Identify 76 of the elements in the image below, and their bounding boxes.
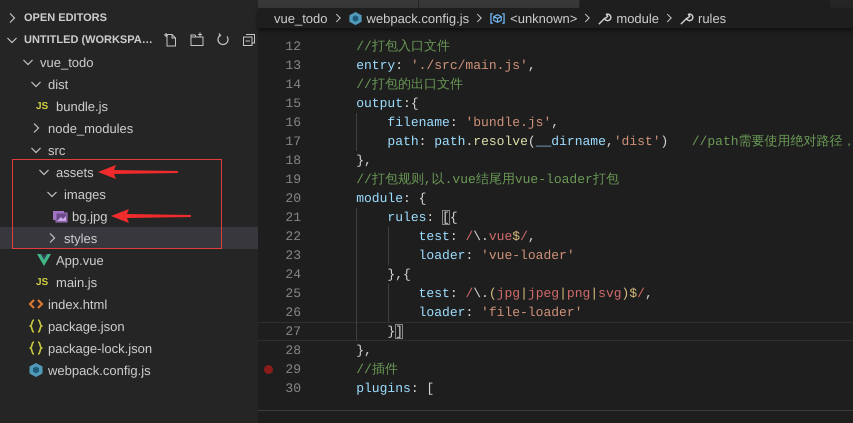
breakpoint-dot[interactable] — [264, 365, 273, 374]
code-line: //打包入口文件 — [355, 38, 450, 56]
breadcrumb-item[interactable]: vue_todo — [274, 10, 328, 26]
tree-item[interactable]: index.html — [0, 293, 258, 315]
line-number: 24 — [284, 267, 301, 282]
section-header[interactable]: OPEN EDITORS — [0, 7, 258, 29]
line-number: 25 — [284, 286, 301, 301]
line-number: 12 — [284, 39, 301, 54]
section-header[interactable]: UNTITLED (WORKSPA… — [0, 29, 258, 51]
code-line: }, — [355, 152, 372, 170]
line-number: 18 — [284, 153, 301, 168]
code-line: entry: './src/main.js', — [355, 57, 536, 75]
code-line: loader: 'vue-loader' — [325, 246, 575, 265]
braces-icon — [28, 318, 44, 334]
line-number: 17 — [284, 134, 301, 149]
braces-icon — [28, 340, 44, 356]
breadcrumb-item[interactable]: webpack.config.js — [348, 10, 470, 26]
code-line: test: /\.vue$/, — [325, 227, 536, 246]
line-number: 16 — [284, 115, 301, 130]
line-number: 27 — [284, 324, 301, 339]
tree-item[interactable]: package-lock.json — [0, 337, 258, 359]
line-number: 21 — [284, 210, 301, 225]
breadcrumb-item[interactable]: module — [597, 10, 659, 26]
code-line: module: { — [355, 190, 426, 208]
tree-item[interactable]: node_modules — [0, 117, 258, 139]
tree-item[interactable]: App.vue — [0, 249, 258, 271]
code-line: plugins: [ — [355, 380, 434, 398]
code-line: //插件 — [355, 361, 398, 379]
code-line: //打包的出口文件 — [355, 76, 463, 94]
code-line: //打包规则,以.vue结尾用vue-loader打包 — [355, 171, 619, 189]
line-number: 14 — [284, 77, 301, 92]
breadcrumb-item[interactable]: <unknown> — [489, 10, 578, 26]
tree-item[interactable]: webpack.config.js — [0, 359, 258, 381]
code-line: }, — [355, 342, 372, 360]
tree-item[interactable]: styles — [0, 227, 258, 249]
tree-item[interactable]: dist — [0, 73, 258, 95]
tree-item[interactable]: src — [0, 139, 258, 161]
wrench-icon — [679, 10, 694, 26]
wrench-icon — [597, 10, 612, 26]
line-number: 30 — [284, 381, 301, 396]
new-file-icon[interactable] — [162, 32, 179, 48]
breadcrumb-item[interactable]: rules — [679, 10, 726, 26]
code-line: output:{ — [355, 95, 419, 113]
vue-file-icon — [36, 252, 52, 268]
new-folder-icon[interactable] — [188, 32, 205, 48]
tree-item[interactable]: bg.jpg — [0, 205, 258, 227]
symbol-variable-icon — [489, 10, 506, 26]
tree-item[interactable]: JS main.js — [0, 271, 258, 293]
line-number: 20 — [284, 191, 301, 206]
code-line: }] — [325, 322, 404, 341]
js-file-icon: JS — [36, 100, 52, 112]
line-number: 28 — [284, 343, 301, 358]
line-number: 29 — [284, 362, 301, 377]
code-line: },{ — [325, 265, 411, 284]
code-line: filename: 'bundle.js', — [325, 113, 560, 132]
collapse-all-icon[interactable] — [240, 32, 257, 48]
tree-item[interactable]: assets — [0, 161, 258, 183]
line-number: 23 — [284, 248, 301, 263]
line-number: 15 — [284, 96, 301, 111]
cube-icon — [28, 362, 44, 378]
line-number: 22 — [284, 229, 301, 244]
tree-item[interactable]: images — [0, 183, 258, 205]
refresh-icon[interactable] — [214, 32, 231, 48]
line-number: 13 — [284, 58, 301, 73]
code-line: path: path.resolve(__dirname,'dist') //path需要使用绝对路径， — [325, 132, 853, 151]
cube-icon — [348, 10, 362, 26]
tree-item[interactable]: JS bundle.js — [0, 95, 258, 117]
line-number: 26 — [284, 305, 301, 320]
code-line: loader: 'file-loader' — [325, 303, 582, 322]
image-file-icon — [52, 208, 68, 224]
tree-item[interactable]: package.json — [0, 315, 258, 337]
code-line: test: /\.(jpg|jpeg|png|svg)$/, — [325, 284, 653, 303]
code-line: rules: [{ — [325, 208, 458, 227]
tree-item[interactable]: vue_todo — [0, 51, 258, 73]
line-number: 19 — [284, 172, 301, 187]
js-file-icon: JS — [36, 276, 52, 288]
